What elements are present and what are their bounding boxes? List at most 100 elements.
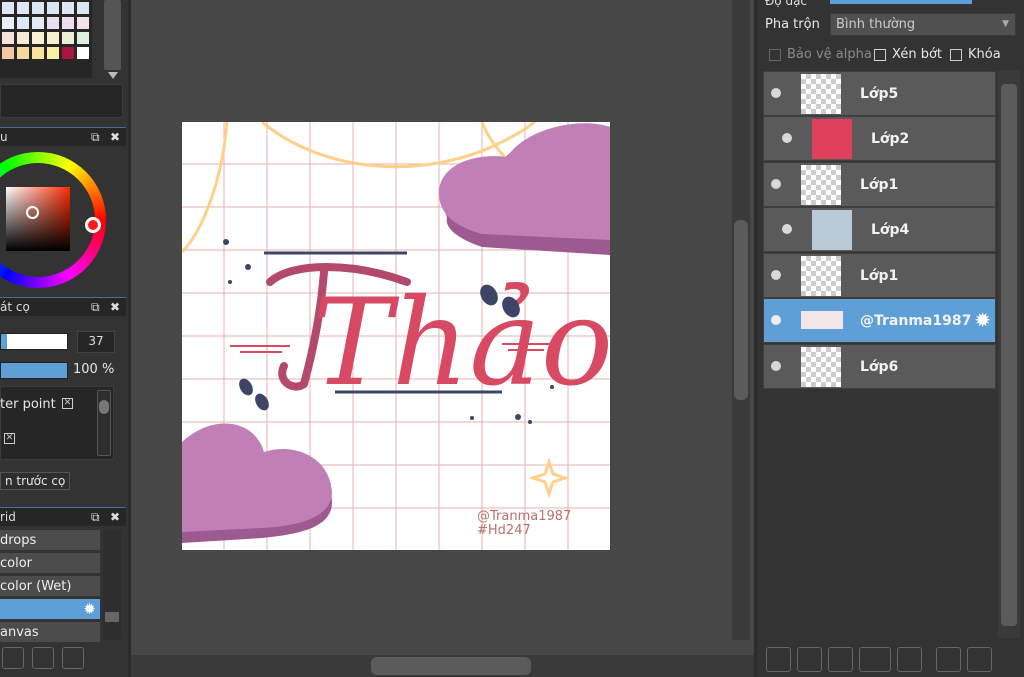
visibility-eye-icon[interactable]	[771, 179, 781, 189]
brush-item[interactable]: color	[0, 553, 100, 574]
color-swatch[interactable]	[2, 32, 14, 44]
visibility-eye-icon[interactable]	[782, 224, 792, 234]
popout-icon[interactable]: ⧉	[91, 130, 100, 145]
color-swatch[interactable]	[47, 47, 59, 59]
duplicate-layer-icon[interactable]	[936, 647, 961, 672]
canvas-horizontal-thumb[interactable]	[371, 657, 531, 675]
layer-thumbnail	[812, 119, 852, 159]
new-vector-layer-icon[interactable]	[797, 647, 822, 672]
brush-item-selected[interactable]: ✹	[0, 599, 100, 620]
color-swatch[interactable]	[77, 2, 89, 14]
panel-title: át cọ	[0, 300, 30, 314]
opacity-value: 100 %	[73, 362, 115, 377]
layer-row[interactable]: Lớp1	[763, 253, 996, 298]
blend-mode-dropdown[interactable]: Bình thường ▼	[830, 13, 1016, 36]
color-swatch[interactable]	[2, 2, 14, 14]
brush-size-value[interactable]: 37	[77, 331, 115, 353]
visibility-eye-icon[interactable]	[771, 361, 781, 371]
close-icon[interactable]: ✖	[110, 300, 120, 314]
layer-thumbnail	[801, 347, 841, 387]
clipping-label: Xén bớt	[892, 47, 942, 62]
color-swatch[interactable]	[2, 17, 14, 29]
color-swatch[interactable]	[32, 32, 44, 44]
signature-line-1: @Tranma1987	[477, 509, 571, 524]
artwork-canvas[interactable]: Thảo @Tranma1987 #Hd247	[182, 122, 610, 550]
scroll-down-arrow-icon[interactable]	[108, 72, 118, 79]
layer-opacity-slider[interactable]	[830, 0, 972, 4]
saturation-value-square[interactable]	[6, 187, 70, 251]
color-swatch[interactable]	[77, 32, 89, 44]
color-swatches[interactable]	[0, 0, 92, 78]
protect-alpha-checkbox[interactable]	[769, 49, 781, 61]
center-point-checkbox[interactable]: ✕	[62, 398, 73, 409]
color-swatch[interactable]	[17, 32, 29, 44]
visibility-eye-icon[interactable]	[771, 88, 781, 98]
protect-alpha-label: Bảo vệ alpha	[787, 47, 872, 62]
layer-row-selected[interactable]: @Tranma1987 ✹	[763, 298, 996, 343]
brush-item[interactable]: drops	[0, 530, 100, 551]
brush-list-scrollbar[interactable]	[103, 530, 121, 640]
duplicate-icon[interactable]	[62, 647, 84, 669]
close-icon[interactable]: ✖	[110, 130, 120, 144]
color-swatch[interactable]	[47, 17, 59, 29]
color-swatch[interactable]	[32, 17, 44, 29]
canvas-vertical-thumb[interactable]	[734, 220, 748, 400]
gear-icon[interactable]: ✹	[83, 599, 96, 619]
layer-name: @Tranma1987	[860, 313, 972, 329]
color-swatch[interactable]	[17, 47, 29, 59]
options-scroll-thumb[interactable]	[99, 400, 109, 414]
layer-name: Lớp5	[860, 86, 899, 102]
popout-icon[interactable]: ⧉	[91, 300, 100, 315]
layer-row[interactable]: Lớp4	[763, 207, 996, 252]
hue-picker-handle[interactable]	[85, 217, 101, 233]
sv-picker-handle[interactable]	[26, 206, 39, 219]
color-swatch[interactable]	[62, 47, 74, 59]
layer-thumbnail	[812, 210, 852, 250]
visibility-eye-icon[interactable]	[771, 315, 781, 325]
title-lettering: Thảo	[230, 251, 610, 413]
layers-scroll-thumb[interactable]	[1001, 84, 1017, 626]
color-swatch[interactable]	[32, 47, 44, 59]
color-swatch[interactable]	[62, 32, 74, 44]
color-swatch[interactable]	[47, 32, 59, 44]
brush-size-slider[interactable]	[0, 333, 68, 350]
new-layer-icon[interactable]	[766, 647, 791, 672]
layer-row[interactable]: Lớp2	[763, 116, 996, 161]
layer-row[interactable]: Lớp6	[763, 344, 996, 389]
swatch-scrollbar[interactable]	[104, 0, 121, 70]
opacity-slider[interactable]	[0, 362, 68, 379]
layer-row[interactable]: Lớp5	[763, 71, 996, 116]
color-swatch[interactable]	[32, 2, 44, 14]
new-1bit-layer-icon[interactable]	[828, 647, 853, 672]
visibility-eye-icon[interactable]	[782, 133, 792, 143]
center-point-label: ter point	[0, 397, 56, 412]
gear-icon[interactable]: ✹	[974, 309, 991, 331]
brush-item[interactable]: color (Wet)	[0, 576, 100, 597]
folder-icon[interactable]	[32, 647, 54, 669]
brush-preview-button[interactable]: n trước cọ	[0, 472, 71, 490]
lock-checkbox[interactable]	[950, 49, 962, 61]
brush-list-scroll-thumb[interactable]	[105, 612, 119, 622]
close-icon[interactable]: ✖	[110, 510, 120, 524]
popout-icon[interactable]: ⧉	[91, 510, 100, 525]
color-swatch[interactable]	[62, 2, 74, 14]
layer-name: Lớp6	[860, 359, 899, 375]
option-checkbox[interactable]: ✕	[4, 433, 15, 444]
color-swatch[interactable]	[62, 17, 74, 29]
add-layer-menu-icon[interactable]	[859, 647, 891, 672]
color-swatch[interactable]	[77, 17, 89, 29]
color-wheel-panel-header: u ⧉ ✖	[0, 127, 126, 146]
layer-row[interactable]: Lớp1	[763, 162, 996, 207]
new-brush-icon[interactable]	[2, 647, 24, 669]
color-swatch[interactable]	[2, 47, 14, 59]
visibility-eye-icon[interactable]	[771, 270, 781, 280]
clipping-checkbox[interactable]	[874, 49, 886, 61]
merge-layer-icon[interactable]	[967, 647, 992, 672]
color-swatch[interactable]	[77, 47, 89, 59]
color-swatch[interactable]	[17, 2, 29, 14]
folder-icon[interactable]	[897, 647, 922, 672]
color-swatch[interactable]	[47, 2, 59, 14]
brush-item[interactable]: anvas	[0, 622, 100, 643]
color-swatch[interactable]	[17, 17, 29, 29]
layer-thumbnail	[801, 311, 843, 329]
